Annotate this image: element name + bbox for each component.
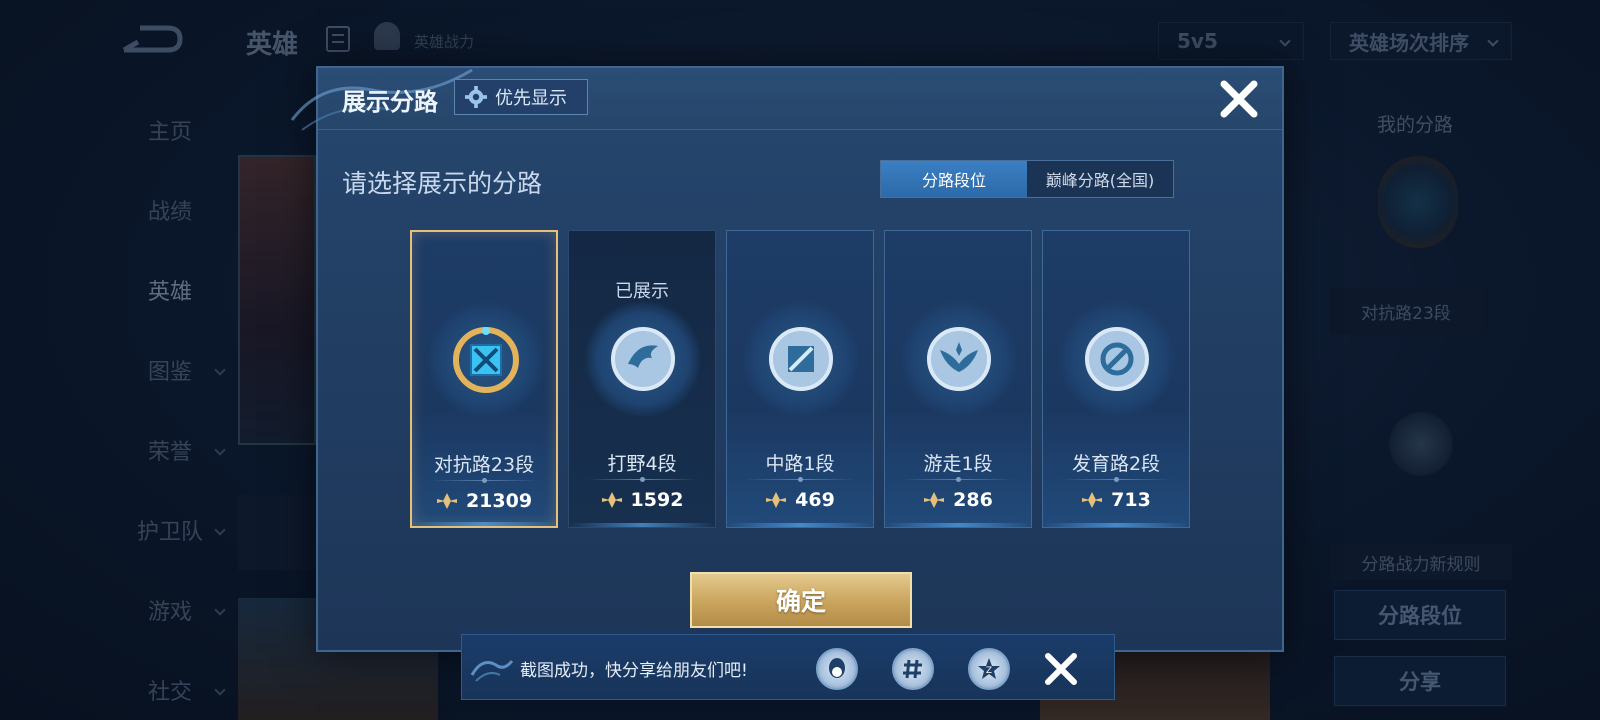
share-qq-button[interactable] — [816, 648, 858, 690]
emblem-glow — [428, 302, 544, 418]
close-icon[interactable] — [1218, 78, 1260, 120]
lane-card-jungle[interactable]: 已展示 打野4段 1592 — [568, 230, 716, 528]
tab-peak-lane[interactable]: 巅峰分路(全国) — [1027, 161, 1173, 197]
share-qzone-button[interactable]: Z — [968, 648, 1010, 690]
combat-power-icon — [601, 492, 622, 508]
emblem-glow — [901, 301, 1017, 417]
lane-name: 对抗路23段 — [433, 454, 535, 476]
clash-lane-gold-icon — [453, 327, 519, 393]
tab-lane-rank[interactable]: 分路段位 — [881, 161, 1027, 197]
lane-score-value: 286 — [953, 489, 993, 511]
combat-power-icon — [924, 492, 945, 508]
lane-name: 游走1段 — [923, 453, 993, 475]
screenshot-share-toast: 截图成功，快分享给朋友们吧! Z — [461, 634, 1115, 700]
lane-name: 发育路2段 — [1071, 453, 1161, 475]
combat-power-icon — [766, 492, 787, 508]
jungle-dragon-icon — [611, 327, 675, 391]
cloud-swirl-icon — [470, 660, 514, 682]
lane-card-clash[interactable]: 对抗路23段 21309 — [410, 230, 558, 528]
lane-mode-tabs: 分路段位 巅峰分路(全国) — [880, 160, 1174, 198]
confirm-button[interactable]: 确定 — [690, 572, 912, 628]
emblem-glow — [1059, 301, 1175, 417]
lane-score-value: 713 — [1111, 489, 1151, 511]
select-lane-prompt: 请选择展示的分路 — [342, 169, 543, 198]
lane-score: 469 — [727, 489, 873, 511]
priority-display-button[interactable]: 优先显示 — [454, 79, 588, 115]
lane-score: 21309 — [412, 490, 556, 512]
mid-lane-icon — [769, 327, 833, 391]
lane-name: 中路1段 — [765, 453, 835, 475]
lane-score-value: 1592 — [630, 489, 684, 511]
lane-score: 286 — [885, 489, 1031, 511]
emblem-glow — [585, 301, 701, 417]
lane-score: 713 — [1043, 489, 1189, 511]
lane-display-dialog: 展示分路 优先显示 请选择展示的分路 分路段位 巅峰分路(全国) 对抗路23段 … — [290, 66, 1284, 652]
lane-card-farm[interactable]: 发育路2段 713 — [1042, 230, 1190, 528]
qzone-star-icon: Z — [978, 658, 1000, 679]
divider — [430, 478, 538, 483]
divider — [745, 477, 855, 482]
gear-icon — [465, 86, 487, 108]
share-wechat-button[interactable] — [892, 648, 934, 690]
divider — [587, 477, 697, 482]
dialog-title: 展示分路 — [342, 88, 438, 116]
lane-score-value: 469 — [795, 489, 835, 511]
priority-display-label: 优先显示 — [495, 88, 567, 109]
hashtag-icon — [903, 659, 922, 679]
lane-score-value: 21309 — [465, 490, 533, 512]
close-icon[interactable] — [1040, 648, 1082, 690]
already-shown-tag: 已展示 — [615, 281, 669, 302]
lane-card-roam[interactable]: 游走1段 286 — [884, 230, 1032, 528]
emblem-glow — [743, 301, 859, 417]
roam-wings-icon — [927, 327, 991, 391]
lane-score: 1592 — [569, 489, 715, 511]
combat-power-icon — [1082, 492, 1103, 508]
svg-text:Z: Z — [986, 666, 992, 676]
farm-lane-icon — [1085, 327, 1149, 391]
dialog-header: 展示分路 优先显示 — [290, 68, 1282, 131]
divider — [903, 477, 1013, 482]
divider — [1061, 477, 1171, 482]
qq-penguin-icon — [829, 658, 845, 678]
lane-card-mid[interactable]: 中路1段 469 — [726, 230, 874, 528]
lane-card-list: 对抗路23段 21309 已展示 打野4段 1592 中路1段 469 游走1段… — [410, 230, 1190, 528]
toast-message: 截图成功，快分享给朋友们吧! — [520, 661, 748, 681]
combat-power-icon — [436, 493, 457, 509]
lane-name: 打野4段 — [607, 453, 677, 475]
